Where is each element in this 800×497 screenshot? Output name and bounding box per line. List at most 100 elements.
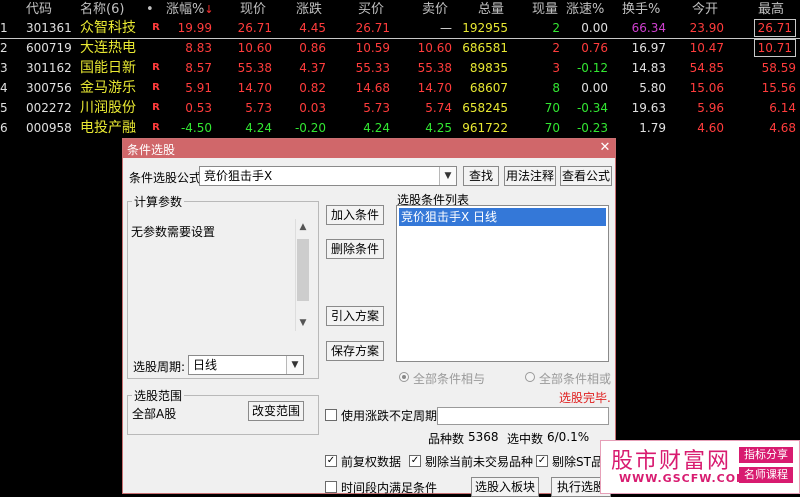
params-group-title: 计算参数 — [134, 195, 183, 209]
table-row[interactable]: 3 301162 国能日新 R 8.57 55.38 4.37 55.33 55.38 89835… — [0, 58, 800, 78]
watermark-url: WWW.GSCFW.COM — [619, 472, 749, 485]
header-speed[interactable]: 涨速% — [566, 0, 604, 20]
header-sell[interactable]: 卖价 — [422, 0, 448, 20]
formula-value: 竞价狙击手X — [204, 169, 273, 183]
stock-name: 国能日新 — [80, 60, 136, 76]
scroll-down-icon[interactable]: ▼ — [296, 315, 310, 331]
header-cur-vol[interactable]: 现量 — [532, 0, 558, 20]
price: 26.71 — [237, 21, 272, 35]
financing-flag: R — [152, 82, 160, 93]
hit-value: 6/0.1% — [547, 430, 590, 444]
pre-adjust-label[interactable]: 前复权数据 — [341, 453, 401, 470]
header-buy[interactable]: 买价 — [358, 0, 384, 20]
radio-and[interactable] — [399, 372, 409, 382]
financing-flag: R — [152, 102, 160, 113]
volume: 68607 — [469, 81, 508, 95]
exclude-untraded-label[interactable]: 剔除当前未交易品种 — [425, 453, 533, 470]
period-satisfy-checkbox[interactable] — [325, 481, 337, 493]
header-code[interactable]: 代码 — [26, 0, 76, 20]
turnover: 66.34 — [631, 21, 666, 35]
period-value: 日线 — [193, 358, 218, 372]
exclude-untraded-checkbox[interactable]: ✓ — [409, 455, 421, 467]
stock-name: 金马游乐 — [80, 80, 136, 96]
stock-code: 301361 — [26, 21, 72, 35]
open-price: 54.85 — [689, 61, 724, 75]
radio-and-label[interactable]: 全部条件相与 — [413, 370, 485, 387]
chevron-down-icon[interactable]: ▼ — [439, 167, 456, 185]
sell-price: — — [440, 21, 452, 35]
dialog-title-bar[interactable]: 条件选股 ✕ — [123, 139, 615, 158]
condition-list[interactable]: 竞价狙击手X 日线 — [396, 205, 609, 362]
formula-select[interactable]: 竞价狙击手X ▼ — [199, 166, 457, 186]
condition-stock-picker-dialog: 条件选股 ✕ 条件选股公式 竞价狙击手X ▼ 查找 用法注释 查看公式 计算参数… — [122, 138, 616, 497]
price: 4.24 — [245, 121, 272, 135]
chg-pct: 19.99 — [177, 21, 212, 35]
volume: 89835 — [469, 61, 508, 75]
scroll-thumb[interactable] — [297, 239, 309, 301]
stock-code: 600719 — [26, 41, 72, 55]
change-range-button[interactable]: 改变范围 — [248, 401, 304, 421]
find-button[interactable]: 查找 — [463, 166, 499, 186]
row-index: 6 — [0, 121, 8, 135]
header-name[interactable]: 名称(6) — [80, 0, 140, 20]
usage-notes-button[interactable]: 用法注释 — [504, 166, 556, 186]
period-select[interactable]: 日线 ▼ — [188, 355, 304, 375]
current-volume: 2 — [552, 41, 560, 55]
current-volume: 3 — [552, 61, 560, 75]
add-condition-button[interactable]: 加入条件 — [326, 205, 384, 225]
exclude-st-checkbox[interactable]: ✓ — [536, 455, 548, 467]
row-index: 4 — [0, 81, 8, 95]
range-group-title: 选股范围 — [134, 389, 183, 403]
table-row[interactable]: 5 002272 川润股份 R 0.53 5.73 0.03 5.73 5.74 658245 70… — [0, 98, 800, 118]
indefinite-period-checkbox[interactable] — [325, 409, 337, 421]
header-chg-pct[interactable]: 涨幅%↓ — [166, 0, 214, 20]
header-diff[interactable]: 涨跌 — [296, 0, 322, 20]
chg-pct: 0.53 — [185, 101, 212, 115]
high-price: 6.14 — [769, 101, 796, 115]
exclude-st-label[interactable]: 剔除ST品 — [552, 453, 603, 470]
view-formula-button[interactable]: 查看公式 — [560, 166, 612, 186]
header-volume[interactable]: 总量 — [478, 0, 504, 20]
table-row[interactable]: 1 301361 众智科技 R 19.99 26.71 4.45 26.71 — 192955 2 0… — [0, 18, 800, 39]
header-price[interactable]: 现价 — [240, 0, 266, 20]
import-scheme-button[interactable]: 引入方案 — [326, 306, 384, 326]
params-scrollbar[interactable]: ▲ ▼ — [295, 219, 310, 331]
to-board-button[interactable]: 选股入板块 — [471, 477, 539, 497]
row-index: 1 — [0, 21, 8, 35]
table-header: 代码 名称(6) • 涨幅%↓ 现价 涨跌 买价 卖价 总量 现量 涨速% 换手… — [0, 0, 800, 20]
chevron-down-icon[interactable]: ▼ — [286, 356, 303, 374]
indefinite-period-label[interactable]: 使用涨跌不定周期 — [341, 407, 437, 424]
hit-label: 选中数 — [507, 432, 544, 446]
table-row[interactable]: 2 600719 大连热电 8.83 10.60 0.86 10.59 10.60 686581… — [0, 38, 800, 58]
header-open[interactable]: 今开 — [692, 0, 718, 20]
stock-name: 大连热电 — [80, 40, 136, 56]
table-row[interactable]: 6 000958 电投产融 R -4.50 4.24 -0.20 4.24 4.25 961722… — [0, 118, 800, 138]
turnover: 16.97 — [631, 41, 666, 55]
save-scheme-button[interactable]: 保存方案 — [326, 341, 384, 361]
radio-or-label[interactable]: 全部条件相或 — [539, 370, 611, 387]
period-satisfy-label[interactable]: 时间段内满足条件 — [341, 479, 437, 496]
price: 14.70 — [237, 81, 272, 95]
indefinite-period-input[interactable] — [437, 407, 609, 425]
high-price: 4.68 — [769, 121, 796, 135]
header-dot: • — [146, 2, 154, 17]
open-price: 15.06 — [689, 81, 724, 95]
close-icon[interactable]: ✕ — [597, 140, 613, 156]
scroll-up-icon[interactable]: ▲ — [296, 219, 310, 235]
header-turnover[interactable]: 换手% — [622, 0, 660, 20]
header-high[interactable]: 最高 — [758, 0, 784, 20]
speed: 0.00 — [581, 81, 608, 95]
list-item[interactable]: 竞价狙击手X 日线 — [399, 208, 606, 226]
params-scroll-track[interactable]: ▲ ▼ — [295, 219, 310, 331]
current-volume: 70 — [544, 101, 560, 115]
diff: 4.45 — [299, 21, 326, 35]
pre-adjust-checkbox[interactable]: ✓ — [325, 455, 337, 467]
radio-or[interactable] — [525, 372, 535, 382]
table-row[interactable]: 4 300756 金马游乐 R 5.91 14.70 0.82 14.68 14.70 68607… — [0, 78, 800, 98]
price: 55.38 — [237, 61, 272, 75]
volume: 192955 — [462, 21, 508, 35]
turnover: 14.83 — [631, 61, 666, 75]
delete-condition-button[interactable]: 删除条件 — [326, 239, 384, 259]
watermark-main: 股市财富网 — [611, 449, 732, 474]
buy-price: 55.33 — [355, 61, 390, 75]
